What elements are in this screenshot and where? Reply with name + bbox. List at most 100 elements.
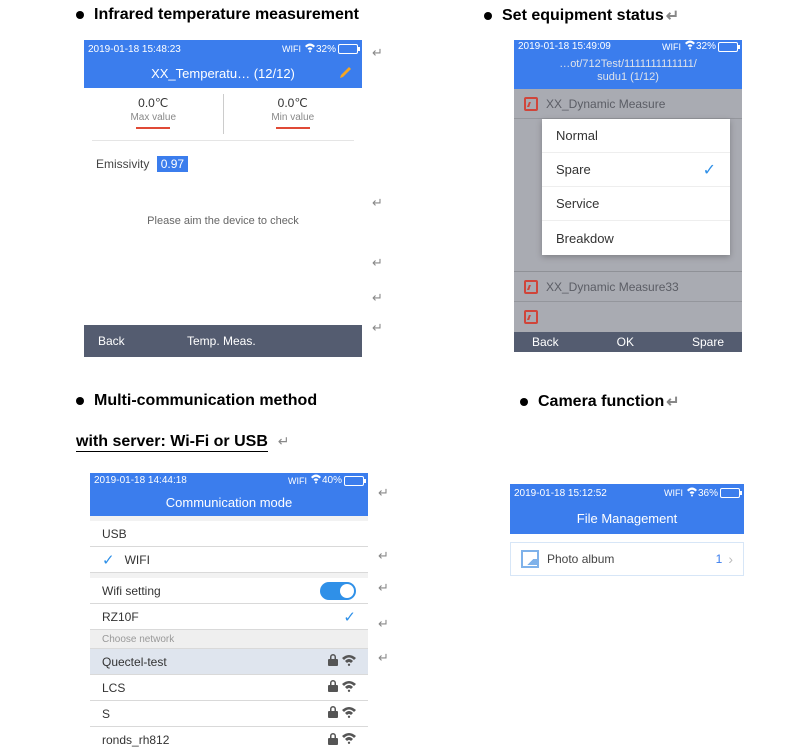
wifi-toggle[interactable] bbox=[320, 582, 356, 600]
heading-comm: Multi-communication method bbox=[76, 392, 317, 410]
status-time: 2019-01-18 15:12:52 bbox=[514, 488, 607, 499]
hint-text: Please aim the device to check bbox=[84, 187, 362, 247]
edit-icon[interactable] bbox=[338, 64, 354, 83]
wifi-icon bbox=[684, 40, 696, 53]
underline-icon bbox=[136, 127, 170, 129]
measure-row-partial[interactable] bbox=[514, 302, 742, 332]
option-service[interactable]: Service bbox=[542, 187, 730, 221]
temperature-readout: 0.0℃ Max value 0.0℃ Min value bbox=[84, 88, 362, 140]
return-mark-icon: ↵ bbox=[372, 320, 383, 336]
wifi-signal-icon bbox=[342, 681, 356, 695]
min-value: 0.0℃ bbox=[224, 96, 363, 110]
image-icon bbox=[521, 550, 539, 568]
mode-usb[interactable]: USB bbox=[90, 521, 368, 547]
lock-icon bbox=[328, 654, 338, 669]
bullet-icon bbox=[76, 397, 84, 405]
bullet-icon bbox=[520, 398, 528, 406]
choose-network-header: Choose network bbox=[90, 630, 368, 649]
return-mark-icon: ↵ bbox=[378, 548, 389, 564]
wifi-label: WIFI bbox=[282, 44, 301, 54]
min-label: Min value bbox=[224, 112, 363, 123]
battery-pct: 40% bbox=[322, 475, 342, 486]
check-icon: ✓ bbox=[703, 160, 716, 180]
chevron-right-icon: › bbox=[728, 551, 733, 567]
wifi-setting-row[interactable]: Wifi setting bbox=[90, 578, 368, 604]
wifi-current-row[interactable]: RZ10F ✓ bbox=[90, 604, 368, 630]
emissivity-label: Emissivity bbox=[96, 157, 149, 171]
status-bar: 2019-01-18 14:44:18 WIFI 40% bbox=[90, 473, 368, 489]
breadcrumb: …ot/712Test/1111111111111/ sudu1 (1/12) bbox=[514, 53, 742, 89]
measure-row[interactable]: XX_Dynamic Measure33 bbox=[514, 272, 742, 302]
heading-text: Camera function bbox=[538, 393, 664, 411]
status-time: 2019-01-18 15:49:09 bbox=[518, 41, 611, 52]
network-row[interactable]: LCS bbox=[90, 675, 368, 701]
warning-icon bbox=[524, 310, 538, 324]
mode-wifi[interactable]: ✓ WIFI bbox=[90, 547, 368, 573]
network-row[interactable]: ronds_rh812 bbox=[90, 727, 368, 753]
return-mark-icon: ↵ bbox=[372, 195, 383, 211]
return-mark-icon: ↵ bbox=[378, 580, 389, 596]
network-row[interactable]: Quectel-test bbox=[90, 649, 368, 675]
screen-title: Communication mode bbox=[166, 495, 292, 510]
photo-album-row[interactable]: Photo album 1 › bbox=[510, 542, 744, 576]
max-value: 0.0℃ bbox=[84, 96, 223, 110]
return-mark-icon: ↵ bbox=[378, 485, 389, 501]
screen-title: XX_Temperatu… (12/12) bbox=[151, 66, 295, 81]
status-time: 2019-01-18 15:48:23 bbox=[88, 44, 181, 55]
lock-icon bbox=[328, 680, 338, 695]
battery-icon bbox=[718, 42, 738, 52]
row-label: XX_Dynamic Measure33 bbox=[546, 280, 679, 294]
ok-button[interactable]: OK bbox=[617, 335, 634, 349]
warning-icon bbox=[524, 97, 538, 111]
back-button[interactable]: Back bbox=[532, 335, 559, 349]
footer-bar: Back OK Spare bbox=[514, 332, 742, 352]
paragraph-mark-icon: ↵ bbox=[278, 433, 290, 449]
heading-text: Set equipment status bbox=[502, 7, 664, 25]
heading-text: Infrared temperature measurement bbox=[94, 6, 359, 24]
status-popup: Normal Spare ✓ Service Breakdow bbox=[542, 119, 730, 255]
footer-bar: Back Temp. Meas. bbox=[84, 325, 362, 357]
option-normal[interactable]: Normal bbox=[542, 119, 730, 153]
paragraph-mark-icon: ↵ bbox=[666, 6, 679, 26]
status-bar: 2019-01-18 15:12:52 WIFI 36% bbox=[510, 484, 744, 502]
spare-button[interactable]: Spare bbox=[692, 335, 724, 349]
wifi-label: WIFI bbox=[662, 42, 681, 52]
lock-icon bbox=[328, 733, 338, 748]
screenshot-status: 2019-01-18 15:49:09 WIFI 32% …ot/712Test… bbox=[514, 40, 742, 352]
subheading-text: with server: Wi-Fi or USB bbox=[76, 433, 268, 452]
status-bar: 2019-01-18 15:48:23 WIFI 32% bbox=[84, 40, 362, 58]
wifi-icon bbox=[304, 43, 316, 56]
heading-infrared: Infrared temperature measurement bbox=[76, 6, 359, 24]
title-bar: File Management bbox=[510, 502, 744, 534]
lock-icon bbox=[328, 706, 338, 721]
screenshot-infrared: 2019-01-18 15:48:23 WIFI 32% XX_Temperat… bbox=[84, 40, 362, 357]
option-spare[interactable]: Spare ✓ bbox=[542, 153, 730, 187]
network-row[interactable]: S bbox=[90, 701, 368, 727]
return-mark-icon: ↵ bbox=[378, 616, 389, 632]
row-label: XX_Dynamic Measure bbox=[546, 97, 665, 111]
bullet-icon bbox=[76, 11, 84, 19]
battery-pct: 32% bbox=[696, 41, 716, 52]
battery-icon bbox=[720, 488, 740, 498]
max-label: Max value bbox=[84, 112, 223, 123]
wifi-icon bbox=[310, 474, 322, 487]
measure-row[interactable]: XX_Dynamic Measure bbox=[514, 89, 742, 119]
subheading-comm: with server: Wi-Fi or USB ↵ bbox=[76, 433, 290, 452]
wifi-label: WIFI bbox=[664, 488, 683, 498]
battery-icon bbox=[338, 44, 358, 54]
return-mark-icon: ↵ bbox=[378, 650, 389, 666]
return-mark-icon: ↵ bbox=[372, 255, 383, 271]
wifi-signal-icon bbox=[342, 655, 356, 669]
battery-pct: 32% bbox=[316, 44, 336, 55]
status-bar: 2019-01-18 15:49:09 WIFI 32% bbox=[514, 40, 742, 53]
screenshot-camera: 2019-01-18 15:12:52 WIFI 36% File Manage… bbox=[510, 484, 744, 604]
wifi-signal-icon bbox=[342, 707, 356, 721]
emissivity-value[interactable]: 0.97 bbox=[157, 156, 188, 172]
heading-camera: Camera function ↵ bbox=[520, 392, 680, 412]
title-bar: XX_Temperatu… (12/12) bbox=[84, 58, 362, 88]
paragraph-mark-icon: ↵ bbox=[666, 392, 679, 412]
battery-pct: 36% bbox=[698, 488, 718, 499]
wifi-icon bbox=[686, 487, 698, 500]
wifi-label: WIFI bbox=[288, 476, 307, 486]
option-breakdown[interactable]: Breakdow bbox=[542, 221, 730, 255]
